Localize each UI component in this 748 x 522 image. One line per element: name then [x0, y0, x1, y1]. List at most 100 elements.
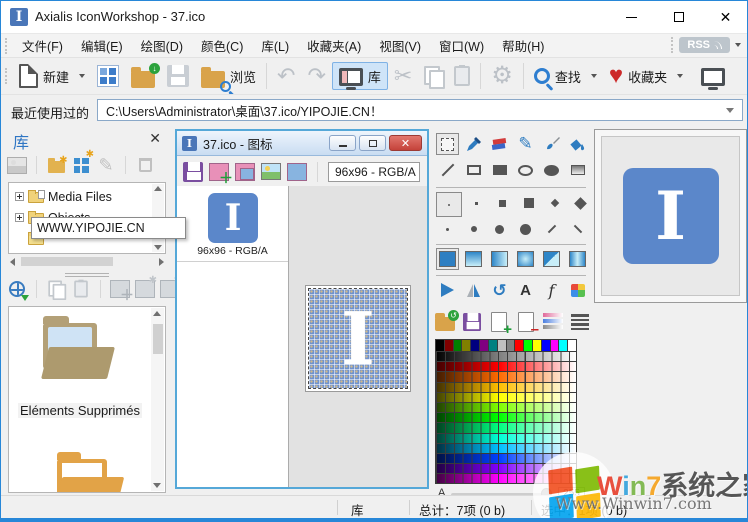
color-swatch[interactable] [507, 340, 516, 351]
save-button[interactable] [161, 62, 195, 90]
menu-view[interactable]: 视图(V) [370, 33, 430, 58]
gradient-rectangle-tool[interactable] [566, 159, 589, 181]
size-7-button[interactable] [462, 218, 485, 240]
library-panel-close-icon[interactable]: ✕ [149, 130, 161, 147]
color-swatch[interactable] [524, 340, 533, 351]
size-3-button[interactable] [517, 192, 540, 214]
new-icon-button[interactable]: ✱ [135, 279, 155, 299]
color-swatch[interactable] [471, 340, 480, 351]
filled-ellipse-tool[interactable] [540, 159, 563, 181]
color-swatch[interactable] [559, 340, 568, 351]
scroll-up-icon[interactable] [154, 186, 162, 191]
open-palette-button[interactable]: ↺ [435, 312, 455, 332]
effects-button[interactable]: f [540, 279, 563, 301]
copy-button[interactable] [418, 63, 448, 89]
copy-item-button[interactable] [46, 279, 66, 299]
backslash-brush-button[interactable] [566, 218, 589, 240]
close-button[interactable]: ✕ [702, 1, 748, 33]
tree-item-deleted[interactable]: 已删除项 [9, 249, 165, 254]
expand-icon[interactable] [15, 192, 24, 201]
color-swatch[interactable] [568, 340, 576, 351]
palette-ramp-row[interactable] [436, 361, 576, 371]
screen-capture-button[interactable] [695, 63, 731, 89]
eraser-tool[interactable] [488, 133, 511, 155]
palette-ramp-row[interactable] [436, 422, 576, 432]
scroll-right-icon[interactable] [159, 258, 164, 266]
slash-brush-button[interactable] [540, 218, 563, 240]
delete-button[interactable] [135, 155, 155, 175]
paste-button[interactable] [448, 63, 476, 89]
favorites-button[interactable]: ♥ 收藏夹 [603, 61, 689, 91]
library-folder[interactable] [57, 459, 133, 493]
address-combobox[interactable]: C:\Users\Administrator\桌面\37.ico/YIPOJIE… [97, 99, 743, 121]
color-swatch[interactable] [480, 340, 489, 351]
file-list-scrollbar[interactable] [151, 308, 164, 491]
menu-favorites[interactable]: 收藏夹(A) [298, 33, 370, 58]
fill-solid-button[interactable] [436, 248, 459, 270]
format-selector[interactable]: 96x96 - RGB/A [328, 162, 420, 182]
editor-restore-button[interactable] [359, 135, 386, 151]
maximize-button[interactable] [655, 1, 702, 33]
rss-button[interactable]: RSS [679, 37, 730, 53]
save-palette-button[interactable] [462, 312, 482, 332]
size-1-button[interactable] [465, 192, 488, 214]
tree-horizontal-scrollbar[interactable] [8, 255, 166, 268]
gradient-palette-button[interactable] [543, 312, 563, 332]
fill-gradient-h-button[interactable] [488, 248, 511, 270]
flip-horizontal-button[interactable] [436, 279, 459, 301]
select-tool[interactable] [436, 133, 459, 155]
fill-tool[interactable] [566, 133, 589, 155]
extract-icon-button[interactable]: ＋ [110, 279, 130, 299]
scroll-left-icon[interactable] [10, 258, 15, 266]
undo-button[interactable]: ↶ [271, 62, 301, 90]
menu-help[interactable]: 帮助(H) [493, 33, 553, 58]
add-color-button[interactable] [489, 312, 509, 332]
palette-ramp-row[interactable] [436, 473, 576, 483]
size-4-button[interactable] [543, 192, 566, 214]
toolbar-grip[interactable] [5, 68, 9, 84]
fill-mirror-button[interactable] [566, 248, 589, 270]
add-format-button[interactable]: ＋ [209, 162, 229, 182]
editor-title-bar[interactable]: I 37.ico - 图标 ✕ [177, 131, 427, 156]
palette-ramp-row[interactable] [436, 402, 576, 412]
edit-canvas[interactable]: I [309, 289, 407, 388]
rss-dropdown-icon[interactable] [735, 43, 741, 47]
fill-radial-button[interactable] [514, 248, 537, 270]
size-6-button[interactable] [436, 218, 459, 240]
new-library-button-small[interactable]: ✱ [71, 155, 91, 175]
rectangle-tool[interactable] [462, 159, 485, 181]
text-tool[interactable]: A [514, 279, 537, 301]
find-dropdown-icon[interactable] [591, 74, 597, 78]
toolbar-grip[interactable] [671, 37, 675, 53]
redo-button[interactable]: ↷ [301, 62, 331, 90]
scroll-thumb[interactable] [153, 324, 163, 354]
palette-ramp-row[interactable] [436, 443, 576, 453]
duplicate-format-button[interactable] [235, 162, 255, 182]
expand-icon[interactable] [15, 213, 24, 222]
pencil-tool[interactable]: ✎ [514, 133, 537, 155]
fill-gradient-v-button[interactable] [462, 248, 485, 270]
menu-library[interactable]: 库(L) [252, 33, 298, 58]
paste-item-button[interactable] [71, 279, 91, 299]
address-dropdown-icon[interactable] [726, 108, 734, 113]
folder-rename-input[interactable]: WWW.YIPOJIE.CN [31, 217, 186, 239]
editor-save-button[interactable] [183, 162, 203, 182]
adjust-colors-button[interactable] [566, 279, 589, 301]
palette-ramp-row[interactable] [436, 433, 576, 443]
download-web-button[interactable] [7, 279, 27, 299]
color-swatch[interactable] [436, 340, 445, 351]
scroll-up-icon[interactable] [153, 311, 161, 316]
color-swatch[interactable] [515, 340, 524, 351]
brush-size-current[interactable] [436, 192, 462, 217]
ellipse-tool[interactable] [514, 159, 537, 181]
color-swatch[interactable] [445, 340, 454, 351]
palette-ramp-row[interactable] [436, 463, 576, 473]
color-swatch[interactable] [551, 340, 560, 351]
rotate-button[interactable]: ↺ [488, 279, 511, 301]
format-item-96[interactable]: I 96x96 - RGB/A [177, 186, 288, 262]
color-swatch[interactable] [533, 340, 542, 351]
tree-item-media-files[interactable]: Media Files [9, 186, 165, 207]
menu-draw[interactable]: 绘图(D) [132, 33, 192, 58]
brush-tool[interactable] [540, 133, 563, 155]
minimize-button[interactable] [608, 1, 655, 33]
